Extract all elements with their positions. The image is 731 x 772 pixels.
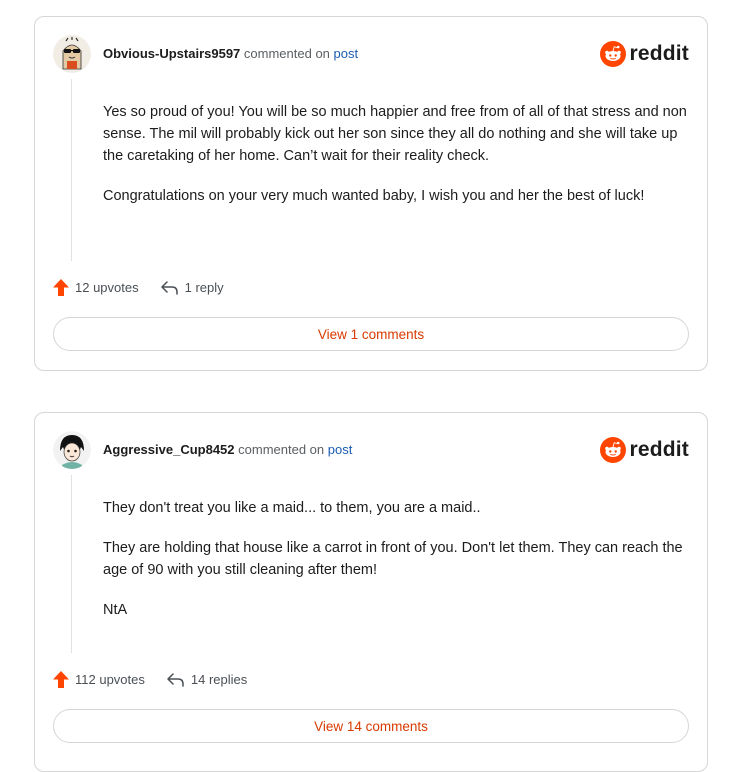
comment-paragraph: They are holding that house like a carro…	[103, 540, 683, 578]
comment-header: Obvious-Upstairs9597 commented on post	[103, 46, 358, 62]
author-name[interactable]: Aggressive_Cup8452	[103, 442, 235, 457]
commented-on-text: commented on	[243, 46, 330, 61]
reddit-wordmark: reddit	[629, 438, 689, 461]
comment-card: Obvious-Upstairs9597 commented on post r…	[34, 16, 708, 371]
reddit-logo[interactable]: reddit	[600, 436, 689, 464]
avatar-image	[53, 35, 91, 73]
reply-arrow-icon	[167, 672, 184, 687]
commented-on-text: commented on	[238, 442, 325, 457]
upvote-count: 112 upvotes	[75, 672, 145, 687]
comment-header: Aggressive_Cup8452 commented on post	[103, 442, 352, 458]
view-comments-button[interactable]: View 1 comments	[53, 317, 689, 351]
post-link[interactable]: post	[334, 46, 359, 61]
reply-button[interactable]: 1 reply	[160, 280, 224, 295]
reddit-snoo-icon	[600, 41, 627, 67]
reply-button[interactable]: 14 replies	[167, 672, 247, 687]
user-avatar[interactable]	[53, 431, 91, 469]
reddit-wordmark: reddit	[629, 42, 689, 65]
upvote-button[interactable]: 112 upvotes	[53, 671, 145, 688]
post-link[interactable]: post	[328, 442, 353, 457]
upvote-arrow-icon	[53, 671, 69, 688]
upvote-button[interactable]: 12 upvotes	[53, 279, 139, 296]
reply-count: 1 reply	[184, 280, 224, 295]
reply-count: 14 replies	[190, 672, 248, 687]
reddit-logo[interactable]: reddit	[600, 40, 689, 68]
comment-paragraph: Congratulations on your very much wanted…	[103, 188, 645, 204]
reddit-snoo-icon	[600, 437, 627, 463]
comment-card: Aggressive_Cup8452 commented on post red…	[34, 412, 708, 772]
reply-arrow-icon	[160, 280, 178, 295]
author-name[interactable]: Obvious-Upstairs9597	[103, 46, 240, 61]
comment-paragraph: They don't treat you like a maid... to t…	[103, 500, 481, 516]
comment-actions: 112 upvotes 14 replies	[53, 671, 247, 688]
comment-body: They don't treat you like a maid... to t…	[103, 497, 693, 639]
user-avatar[interactable]	[53, 35, 91, 73]
view-comments-button[interactable]: View 14 comments	[53, 709, 689, 743]
comment-paragraph: Yes so proud of you! You will be so much…	[103, 104, 687, 164]
thread-line	[71, 79, 72, 261]
upvote-count: 12 upvotes	[75, 280, 139, 295]
upvote-arrow-icon	[53, 279, 69, 296]
avatar-image	[53, 431, 91, 469]
thread-line	[71, 475, 72, 653]
comment-body: Yes so proud of you! You will be so much…	[103, 101, 693, 225]
comment-paragraph: NtA	[103, 602, 128, 618]
comment-actions: 12 upvotes 1 reply	[53, 279, 224, 296]
